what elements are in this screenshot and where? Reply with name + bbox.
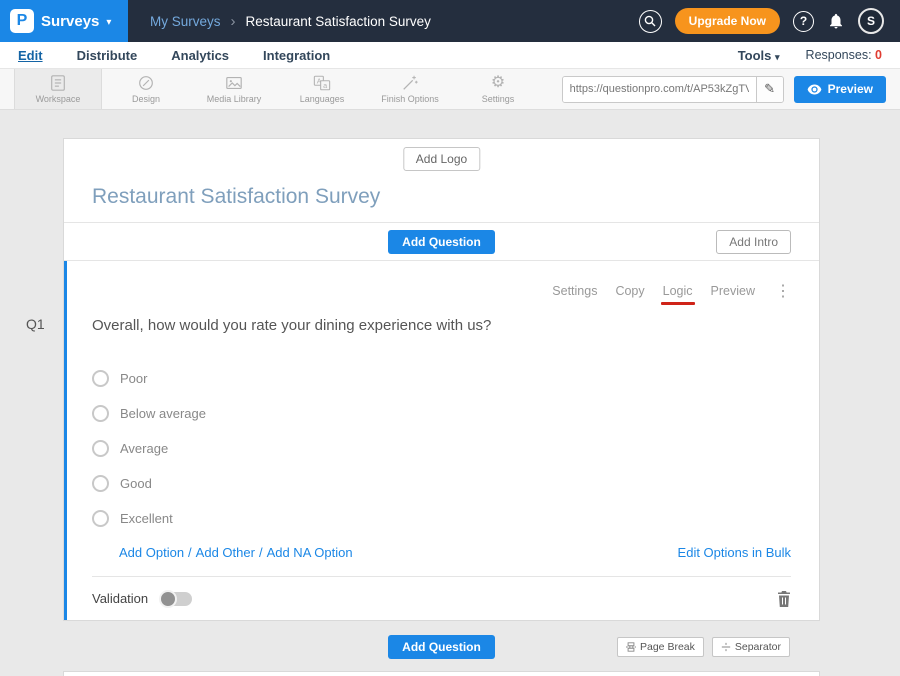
toolbar-item-workspace[interactable]: Workspace	[14, 69, 102, 109]
radio-icon[interactable]	[92, 510, 109, 527]
question-logic-link[interactable]: Logic	[663, 284, 693, 298]
tab-integration[interactable]: Integration	[263, 48, 330, 63]
upgrade-now-button[interactable]: Upgrade Now	[675, 8, 780, 34]
search-button[interactable]	[639, 10, 662, 33]
toolbar-right: ✎ Preview	[562, 69, 900, 109]
caret-down-icon: ▾	[775, 52, 780, 62]
trash-icon	[777, 591, 791, 607]
page-break-icon	[626, 642, 636, 652]
option-row-below-average[interactable]: Below average	[92, 405, 791, 422]
breadcrumb-survey-title: Restaurant Satisfaction Survey	[246, 14, 431, 29]
logic-annotation-underline	[661, 302, 695, 305]
product-name: Surveys	[41, 13, 99, 30]
eye-icon	[807, 84, 822, 95]
breadcrumb: My Surveys › Restaurant Satisfaction Sur…	[150, 13, 431, 30]
design-icon	[137, 74, 155, 92]
option-row-excellent[interactable]: Excellent	[92, 510, 791, 527]
add-logo-button[interactable]: Add Logo	[403, 147, 480, 171]
link-separator: /	[259, 545, 263, 560]
caret-down-icon: ▾	[106, 17, 111, 28]
responses-counter[interactable]: Responses: 0	[806, 48, 882, 62]
add-question-button-bottom[interactable]: Add Question	[388, 635, 495, 659]
add-option-link[interactable]: Add Option	[119, 545, 184, 560]
survey-card: Add Logo Restaurant Satisfaction Survey …	[63, 138, 820, 621]
questionpro-logo: P	[10, 9, 34, 33]
workspace-toolbar: Workspace Design Media Library Aa Langua…	[0, 69, 900, 110]
option-row-poor[interactable]: Poor	[92, 370, 791, 387]
page-break-button[interactable]: Page Break	[617, 637, 704, 657]
question-action-menu: Settings Copy Logic Preview ⋮	[92, 281, 791, 301]
add-na-option-link[interactable]: Add NA Option	[267, 545, 353, 560]
radio-icon[interactable]	[92, 440, 109, 457]
tools-menu[interactable]: Tools ▾	[738, 48, 780, 63]
main-nav: Edit Distribute Analytics Integration To…	[0, 42, 900, 69]
finish-options-icon	[401, 74, 419, 92]
radio-icon[interactable]	[92, 475, 109, 492]
toolbar-item-finish-options[interactable]: Finish Options	[366, 69, 454, 109]
validation-toggle[interactable]	[160, 592, 192, 606]
nav-right: Tools ▾ Responses: 0	[738, 48, 882, 63]
separator-icon	[721, 642, 731, 652]
add-question-button-top[interactable]: Add Question	[388, 230, 495, 254]
pencil-icon: ✎	[764, 81, 775, 97]
add-intro-button[interactable]: Add Intro	[716, 230, 791, 254]
languages-icon: Aa	[313, 74, 331, 92]
breadcrumb-my-surveys[interactable]: My Surveys	[150, 14, 221, 29]
add-other-link[interactable]: Add Other	[196, 545, 255, 560]
tab-analytics[interactable]: Analytics	[171, 48, 229, 63]
toggle-knob	[159, 590, 177, 608]
workspace-icon	[49, 74, 67, 92]
delete-question-button[interactable]	[777, 591, 791, 607]
option-row-good[interactable]: Good	[92, 475, 791, 492]
validation-label: Validation	[92, 591, 148, 606]
add-question-row-bottom: Add Question Page Break Separator	[63, 635, 820, 659]
add-question-row-top: Add Question Add Intro	[64, 223, 819, 261]
svg-text:a: a	[323, 81, 327, 90]
preview-button[interactable]: Preview	[794, 76, 886, 103]
help-button[interactable]: ?	[793, 11, 814, 32]
toolbar-item-design[interactable]: Design	[102, 69, 190, 109]
media-library-icon	[225, 74, 243, 92]
search-icon	[644, 15, 656, 27]
separator-button[interactable]: Separator	[712, 637, 790, 657]
tab-edit[interactable]: Edit	[18, 48, 43, 63]
gear-icon: ⚙	[491, 74, 505, 92]
page-structure-buttons: Page Break Separator	[617, 637, 790, 657]
next-survey-section	[63, 671, 820, 676]
edit-options-in-bulk-link[interactable]: Edit Options in Bulk	[678, 545, 791, 560]
survey-title[interactable]: Restaurant Satisfaction Survey	[92, 185, 380, 209]
add-option-links: Add Option / Add Other / Add NA Option	[119, 545, 353, 560]
survey-header-section: Add Logo Restaurant Satisfaction Survey	[64, 139, 819, 223]
tab-distribute[interactable]: Distribute	[77, 48, 138, 63]
user-avatar[interactable]: S	[858, 8, 884, 34]
notifications-button[interactable]	[827, 12, 845, 30]
question-number-label: Q1	[26, 316, 45, 332]
edit-url-button[interactable]: ✎	[756, 77, 783, 102]
toolbar-item-media-library[interactable]: Media Library	[190, 69, 278, 109]
bell-icon	[827, 12, 845, 30]
link-separator: /	[188, 545, 192, 560]
option-links-row: Add Option / Add Other / Add NA Option Edit …	[92, 545, 791, 560]
survey-url-box: ✎	[562, 76, 784, 103]
validation-row: Validation	[92, 576, 791, 620]
answer-options: Poor Below average Average Good Excellen…	[92, 370, 791, 527]
question-copy-link[interactable]: Copy	[615, 284, 644, 298]
toolbar-item-settings[interactable]: ⚙ Settings	[454, 69, 542, 109]
chevron-right-icon: ›	[231, 13, 236, 30]
radio-icon[interactable]	[92, 405, 109, 422]
responses-count: 0	[875, 48, 882, 62]
question-text[interactable]: Overall, how would you rate your dining …	[92, 317, 791, 334]
top-bar: P Surveys ▾ My Surveys › Restaurant Sati…	[0, 0, 900, 42]
question-settings-link[interactable]: Settings	[552, 284, 597, 298]
topbar-actions: Upgrade Now ? S	[639, 8, 900, 34]
toolbar-item-languages[interactable]: Aa Languages	[278, 69, 366, 109]
question-block-q1: Q1 Settings Copy Logic Preview ⋮ Overall…	[64, 261, 819, 620]
survey-url-input[interactable]	[563, 77, 756, 102]
option-row-average[interactable]: Average	[92, 440, 791, 457]
radio-icon[interactable]	[92, 370, 109, 387]
product-switcher[interactable]: P Surveys ▾	[0, 0, 128, 42]
survey-editor-canvas: Add Logo Restaurant Satisfaction Survey …	[0, 110, 900, 676]
question-preview-link[interactable]: Preview	[711, 284, 755, 298]
overflow-menu-icon[interactable]: ⋮	[775, 281, 791, 301]
